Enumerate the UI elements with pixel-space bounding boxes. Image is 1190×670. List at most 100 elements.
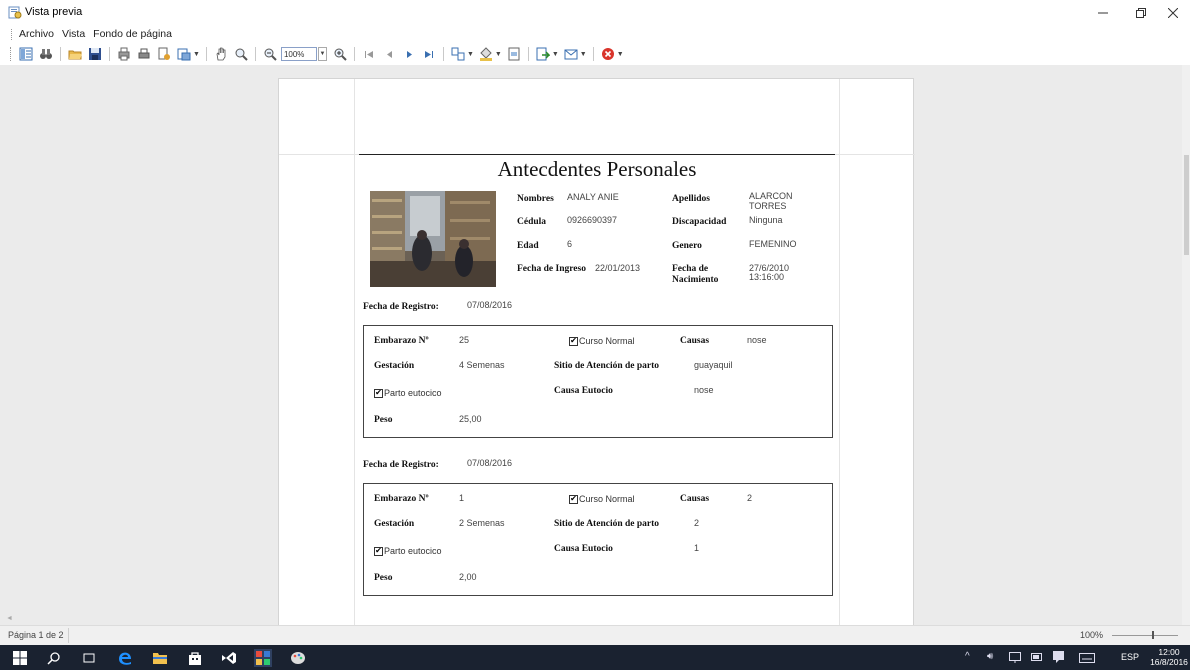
parto-eutocico-checkbox[interactable]: ✔ Parto eutocico	[374, 546, 442, 556]
page-setup-icon	[158, 47, 170, 60]
toolbar-separator	[527, 47, 529, 61]
next-page-button[interactable]	[401, 46, 417, 62]
visual-studio-taskbar-button[interactable]	[220, 649, 238, 667]
window-title: Vista previa	[25, 6, 83, 18]
scale-dropdown-arrow[interactable]: ▼	[193, 51, 200, 58]
nombres-label: Nombres	[517, 194, 554, 204]
menu-fondo-de-pagina[interactable]: Fondo de página	[93, 28, 172, 40]
document-map-button[interactable]	[18, 46, 34, 62]
curso-normal-checkbox[interactable]: ✔ Curso Normal	[569, 494, 635, 504]
preview-viewer[interactable]: Antecdentes Personales Nombres ANALY ANI…	[0, 65, 1190, 625]
restore-icon	[1136, 8, 1146, 18]
menu-archivo[interactable]: Archivo	[19, 28, 54, 40]
close-preview-dropdown-arrow[interactable]: ▼	[617, 51, 624, 58]
report-app-taskbar-button[interactable]	[254, 649, 272, 667]
export-dropdown-arrow[interactable]: ▼	[552, 51, 559, 58]
fecha-nacimiento-label-line2: Nacimiento	[672, 275, 719, 285]
parto-eutocico-label: Parto eutocico	[384, 388, 442, 398]
scale-button[interactable]	[176, 46, 192, 62]
first-page-button[interactable]	[361, 46, 377, 62]
zoom-slider[interactable]	[1112, 635, 1178, 636]
causas-value: nose	[747, 335, 767, 345]
background-color-dropdown-arrow[interactable]: ▼	[495, 51, 502, 58]
embarazo-value: 25	[459, 335, 470, 345]
battery-icon[interactable]	[1031, 653, 1043, 662]
discapacidad-value: Ninguna	[749, 215, 783, 225]
watermark-button[interactable]	[506, 46, 522, 62]
network-icon[interactable]	[1009, 652, 1021, 663]
causas-label: Causas	[680, 494, 710, 504]
magnifier-button[interactable]	[233, 46, 249, 62]
vertical-scrollbar-thumb[interactable]	[1184, 155, 1189, 255]
last-page-button[interactable]	[421, 46, 437, 62]
zoom-in-icon	[334, 48, 347, 61]
volume-icon[interactable]: 🔊︎	[987, 651, 993, 662]
parto-eutocico-checkbox[interactable]: ✔ Parto eutocico	[374, 388, 442, 398]
quick-print-icon	[138, 48, 150, 59]
export-button[interactable]	[535, 46, 551, 62]
curso-normal-checkbox[interactable]: ✔ Curso Normal	[569, 336, 635, 346]
sitio-atencion-label: Sitio de Atención de parto	[554, 361, 660, 371]
scale-icon	[177, 48, 191, 61]
zoom-in-button[interactable]	[332, 46, 348, 62]
student-photo	[370, 191, 496, 287]
store-bag-icon	[189, 652, 201, 665]
hand-tool-button[interactable]	[213, 46, 229, 62]
palette-icon	[291, 652, 305, 664]
page-setup-button[interactable]	[156, 46, 172, 62]
notifications-icon[interactable]	[1053, 651, 1064, 663]
causas-value: 2	[747, 493, 753, 503]
quick-print-button[interactable]	[136, 46, 152, 62]
close-button[interactable]	[1150, 0, 1190, 26]
zoom-slider-thumb[interactable]	[1152, 631, 1154, 639]
gestacion-label: Gestación	[374, 519, 415, 529]
menu-vista[interactable]: Vista	[62, 28, 85, 40]
previous-page-button[interactable]	[381, 46, 397, 62]
minimize-icon	[1098, 12, 1108, 14]
background-color-button[interactable]	[478, 46, 494, 62]
task-view-button[interactable]	[80, 649, 98, 667]
app-grid-icon	[256, 651, 270, 665]
multiple-pages-dropdown-arrow[interactable]: ▼	[467, 51, 474, 58]
multiple-pages-button[interactable]	[450, 46, 466, 62]
fecha-nacimiento-value-line2: 13:16:00	[749, 272, 785, 282]
input-language[interactable]: ESP	[1121, 652, 1139, 662]
clock[interactable]: 12:00 16/8/2016	[1148, 647, 1190, 667]
zoom-input[interactable]: 100%	[280, 47, 317, 61]
paint-taskbar-button[interactable]	[289, 649, 307, 667]
save-button[interactable]	[87, 46, 103, 62]
zoom-out-button[interactable]	[262, 46, 278, 62]
start-button[interactable]	[11, 649, 29, 667]
discapacidad-label: Discapacidad	[672, 217, 727, 227]
close-preview-button[interactable]	[600, 46, 616, 62]
taskbar: ^ 🔊︎ ESP 12:00 16/8/2016	[0, 645, 1190, 670]
toolbar-separator	[205, 47, 207, 61]
send-email-dropdown-arrow[interactable]: ▼	[580, 51, 587, 58]
open-button[interactable]	[67, 46, 83, 62]
zoom-out-icon	[264, 48, 277, 61]
export-icon	[536, 47, 550, 61]
store-taskbar-button[interactable]	[186, 649, 204, 667]
first-page-icon	[364, 51, 373, 58]
visual-studio-icon	[222, 652, 236, 664]
show-hidden-icons-chevron-icon[interactable]: ^	[965, 651, 970, 662]
taskbar-search-button[interactable]	[45, 649, 63, 667]
causa-eutocio-label: Causa Eutocio	[554, 544, 613, 554]
fecha-registro-label: Fecha de Registro:	[363, 302, 439, 312]
gestacion-label: Gestación	[374, 361, 415, 371]
edge-icon	[119, 652, 131, 665]
search-button[interactable]	[38, 46, 54, 62]
apellidos-value-line2: TORRES	[749, 201, 787, 211]
edge-taskbar-button[interactable]	[116, 649, 134, 667]
sitio-atencion-value: 2	[694, 518, 700, 528]
scroll-left-arrow-icon[interactable]: ◄	[6, 615, 13, 622]
keyboard-icon[interactable]	[1079, 653, 1095, 663]
toolbar-separator	[442, 47, 444, 61]
print-button[interactable]	[116, 46, 132, 62]
send-email-button[interactable]	[563, 46, 579, 62]
vertical-scrollbar[interactable]	[1182, 65, 1190, 625]
zoom-dropdown-button[interactable]: ▼	[317, 47, 327, 61]
watermark-icon	[508, 47, 520, 61]
file-explorer-taskbar-button[interactable]	[151, 649, 169, 667]
causa-eutocio-value: 1	[694, 543, 700, 553]
